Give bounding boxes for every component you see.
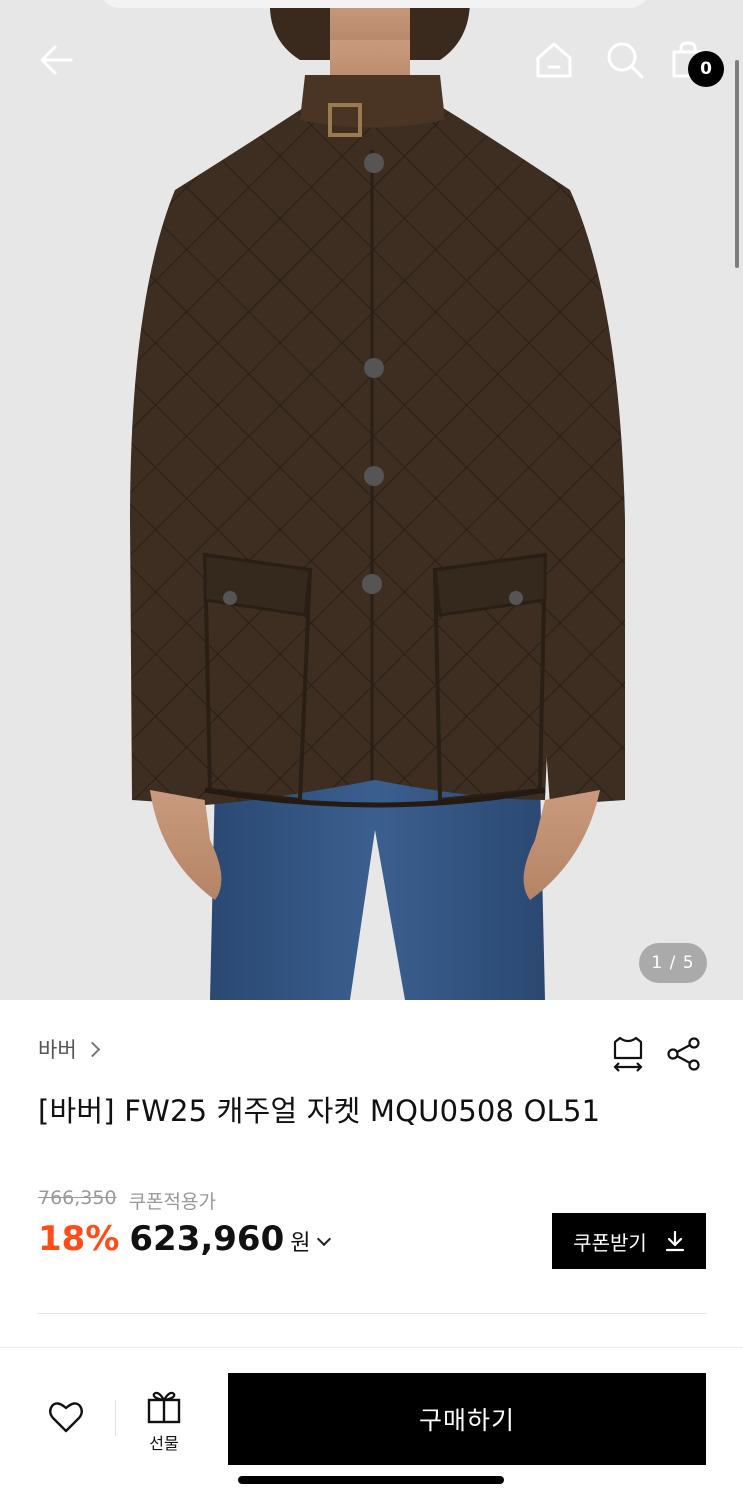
- size-guide-button[interactable]: [606, 1032, 650, 1076]
- section-divider: [38, 1313, 706, 1314]
- chevron-down-icon[interactable]: [316, 1231, 331, 1247]
- home-indicator[interactable]: [238, 1476, 504, 1484]
- bottom-divider: [115, 1400, 116, 1436]
- original-price: 766,350: [38, 1187, 117, 1209]
- top-status-overlay: [100, 0, 650, 8]
- brand-link[interactable]: 바버: [38, 1034, 100, 1064]
- product-image-gallery[interactable]: 0 1 / 5: [0, 0, 743, 1000]
- back-button[interactable]: [34, 38, 78, 82]
- size-guide-icon: [613, 1036, 643, 1072]
- image-counter: 1 / 5: [639, 943, 707, 983]
- scroll-indicator[interactable]: [735, 60, 739, 268]
- chevron-right-icon: [84, 1041, 100, 1057]
- search-icon: [607, 42, 644, 79]
- coupon-price-label: 쿠폰적용가: [128, 1191, 216, 1213]
- home-icon: [536, 42, 572, 78]
- brand-name: 바버: [38, 1038, 77, 1062]
- gift-label: 선물: [149, 1434, 179, 1453]
- original-price-row: 766,350 쿠폰적용가: [38, 1187, 216, 1214]
- home-button[interactable]: [532, 38, 576, 82]
- product-title: [바버] FW25 캐주얼 자켓 MQU0508 OL51: [38, 1094, 601, 1128]
- wishlist-button[interactable]: [44, 1395, 88, 1439]
- buy-button[interactable]: 구매하기: [228, 1373, 706, 1465]
- coupon-download-button[interactable]: 쿠폰받기: [552, 1213, 706, 1269]
- price-row[interactable]: 18% 623,960 원: [38, 1219, 331, 1259]
- download-icon: [665, 1230, 684, 1252]
- discount-rate: 18%: [38, 1219, 120, 1259]
- sale-price: 623,960: [129, 1219, 285, 1259]
- currency-unit: 원: [290, 1231, 311, 1256]
- gift-button[interactable]: 선물: [140, 1390, 188, 1456]
- share-button[interactable]: [662, 1032, 706, 1076]
- product-photo: [0, 0, 743, 1000]
- share-icon: [667, 1037, 700, 1071]
- heart-icon: [49, 1402, 83, 1433]
- gift-icon: [147, 1391, 181, 1424]
- arrow-left-icon: [40, 45, 73, 75]
- search-button[interactable]: [603, 38, 647, 82]
- cart-count-badge: 0: [688, 51, 724, 87]
- coupon-button-label: 쿠폰받기: [573, 1230, 647, 1255]
